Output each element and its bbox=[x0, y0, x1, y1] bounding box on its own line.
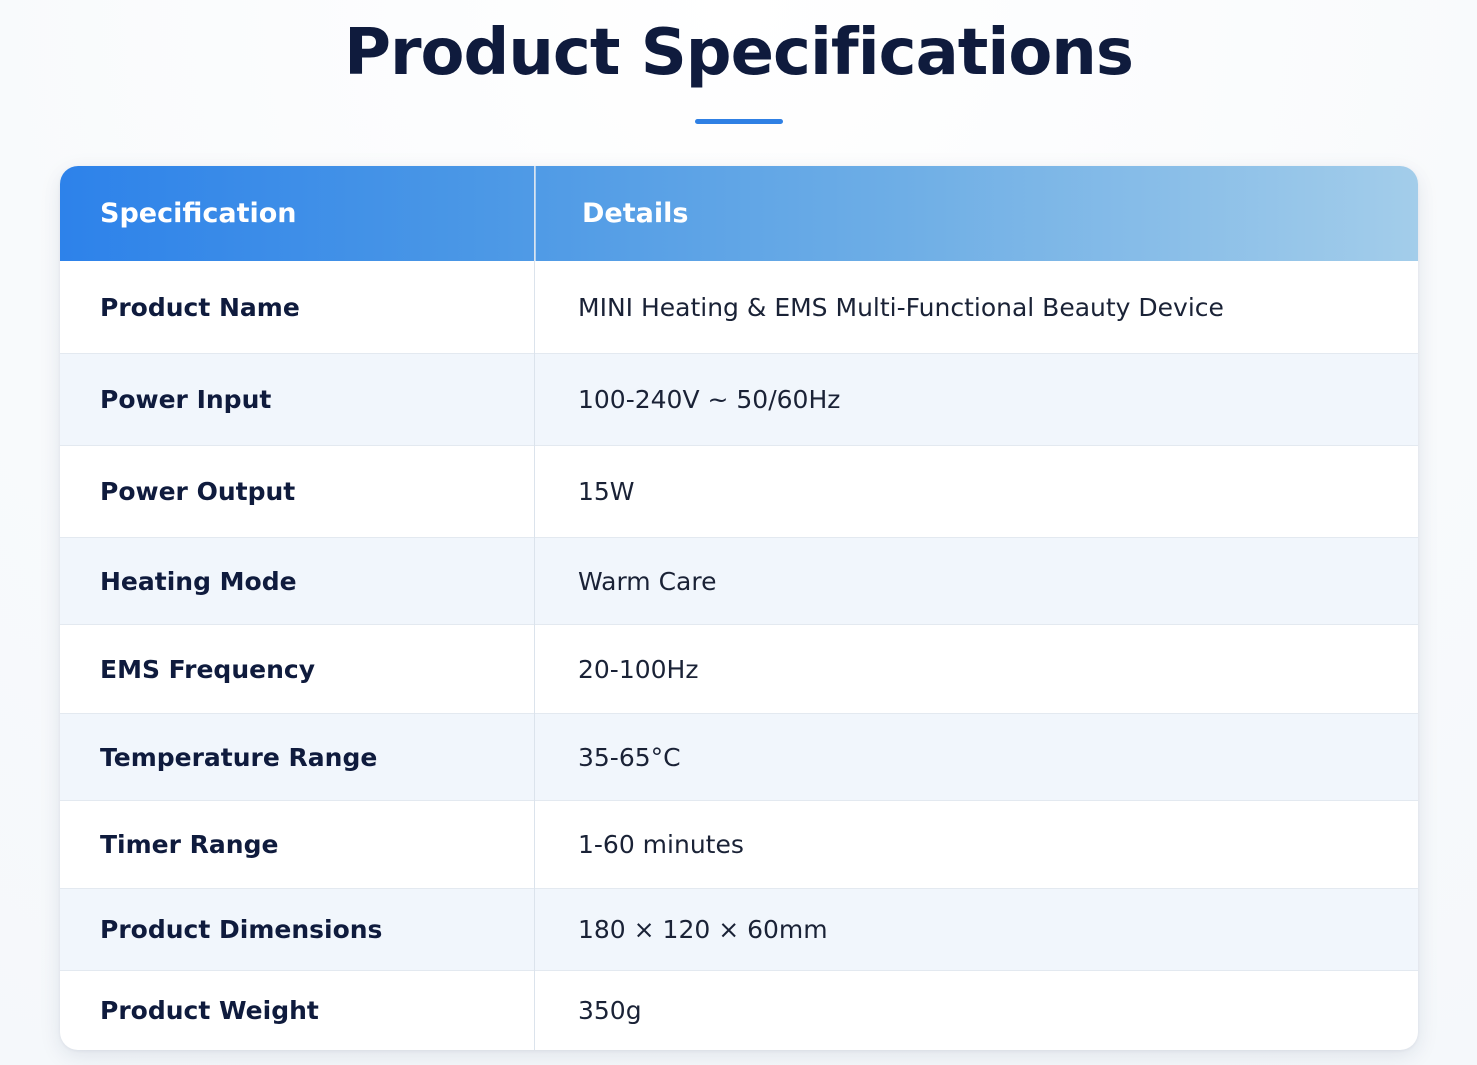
row-label: Power Input bbox=[100, 385, 272, 414]
table-row: Timer Range 1-60 minutes bbox=[60, 800, 1418, 888]
row-value: 15W bbox=[578, 477, 635, 506]
header-details: Details bbox=[582, 198, 689, 229]
page-title: Product Specifications bbox=[344, 16, 1134, 90]
row-value: 20-100Hz bbox=[578, 654, 699, 684]
row-label: Timer Range bbox=[100, 830, 279, 859]
table-body: Product Name MINI Heating & EMS Multi-Fu… bbox=[60, 261, 1418, 1050]
row-label: Product Dimensions bbox=[100, 915, 383, 944]
column-divider bbox=[534, 166, 535, 1050]
table-row: Power Input 100-240V ~ 50/60Hz bbox=[60, 353, 1418, 445]
row-label: EMS Frequency bbox=[100, 654, 315, 684]
table-row: Product Weight 350g bbox=[60, 970, 1418, 1050]
spec-table: Specification Details Product Name MINI … bbox=[60, 166, 1418, 1050]
row-value: 350g bbox=[578, 996, 642, 1025]
row-value: Warm Care bbox=[578, 566, 717, 596]
header-specification: Specification bbox=[100, 198, 297, 229]
table-row: Power Output 15W bbox=[60, 445, 1418, 537]
row-value: 35-65°C bbox=[578, 742, 681, 772]
table-row: Product Dimensions 180 × 120 × 60mm bbox=[60, 888, 1418, 970]
row-value: 1-60 minutes bbox=[578, 830, 744, 859]
table-row: Product Name MINI Heating & EMS Multi-Fu… bbox=[60, 261, 1418, 353]
row-label: Power Output bbox=[100, 477, 296, 506]
row-value: 180 × 120 × 60mm bbox=[578, 915, 828, 944]
row-label: Heating Mode bbox=[100, 566, 297, 596]
row-label: Product Name bbox=[100, 292, 300, 322]
table-header-row: Specification Details bbox=[60, 166, 1418, 261]
row-label: Temperature Range bbox=[100, 742, 378, 772]
table-row: Temperature Range 35-65°C bbox=[60, 713, 1418, 800]
row-label: Product Weight bbox=[100, 996, 319, 1025]
title-underline bbox=[695, 119, 783, 124]
table-row: Heating Mode Warm Care bbox=[60, 537, 1418, 624]
row-value: MINI Heating & EMS Multi-Functional Beau… bbox=[578, 292, 1224, 322]
table-row: EMS Frequency 20-100Hz bbox=[60, 624, 1418, 713]
row-value: 100-240V ~ 50/60Hz bbox=[578, 385, 841, 414]
page: Product Specifications Specification Det… bbox=[0, 0, 1477, 1065]
